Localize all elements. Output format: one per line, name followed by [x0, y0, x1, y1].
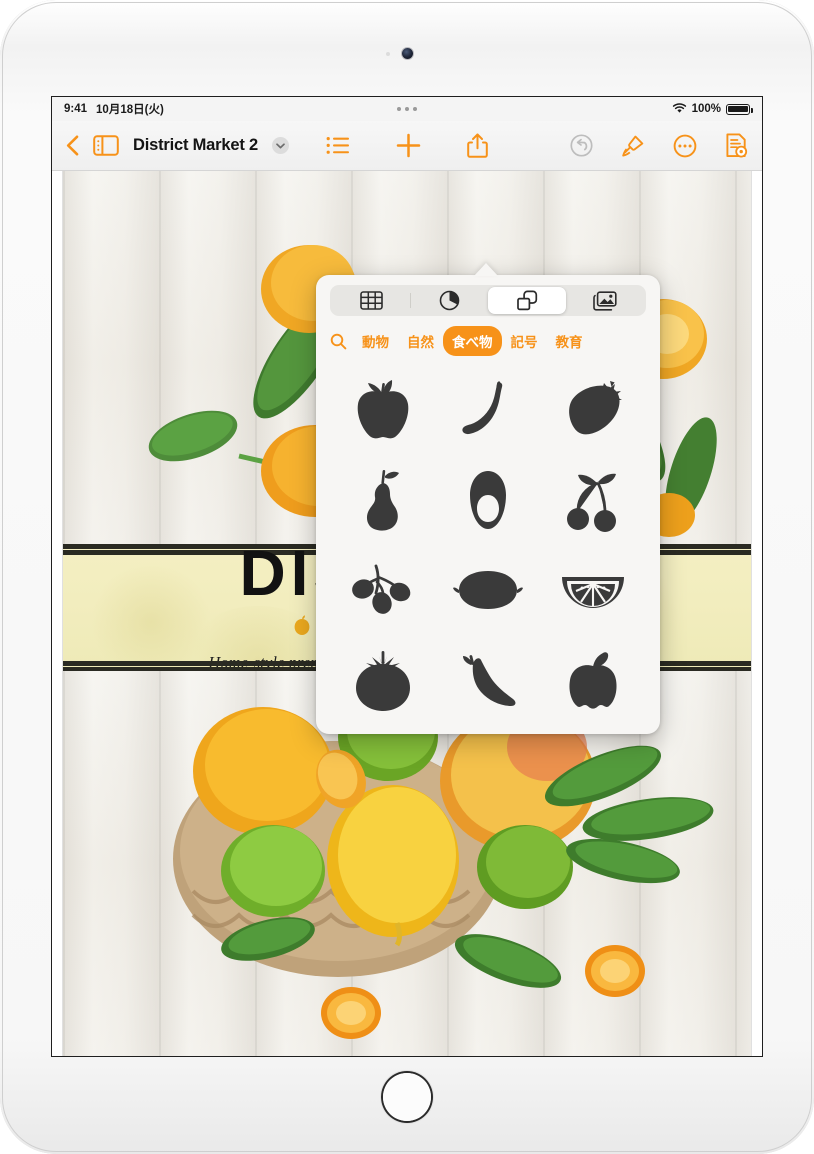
shape-banana[interactable]	[435, 364, 540, 455]
status-date: 10月18日(火)	[96, 104, 164, 116]
search-icon[interactable]	[330, 333, 353, 350]
shape-strawberry[interactable]	[541, 364, 646, 455]
status-bar: 9:41 10月18日(火) 100%	[52, 97, 762, 121]
shapes-icon	[517, 290, 538, 311]
status-bar-right: 100%	[672, 102, 753, 117]
toolbar-center-group	[326, 133, 488, 158]
shape-lemon[interactable]	[435, 545, 540, 636]
chevron-left-icon[interactable]	[66, 135, 79, 156]
app-toolbar: District Market 2	[52, 121, 762, 171]
shape-category-tabs[interactable]: 動物 自然 食べ物 記号 教育	[316, 316, 660, 360]
category-tab-symbols[interactable]: 記号	[502, 326, 547, 356]
ambient-sensor-icon	[386, 52, 390, 56]
shape-tomato[interactable]	[330, 636, 435, 727]
category-tab-education[interactable]: 教育	[547, 326, 592, 356]
chevron-down-icon[interactable]	[271, 137, 289, 154]
paintbrush-icon[interactable]	[621, 134, 645, 158]
apple-icon	[294, 614, 310, 635]
segment-chart[interactable]	[410, 287, 488, 314]
more-ellipsis-icon[interactable]	[673, 134, 697, 158]
page-title[interactable]: District Market 2	[133, 136, 258, 155]
popover-arrow	[474, 263, 498, 276]
home-button[interactable]	[381, 1071, 433, 1123]
shape-grid[interactable]	[316, 360, 660, 734]
ipad-screen: 9:41 10月18日(火) 100% District Market 2 Ho…	[52, 97, 762, 1056]
share-upload-icon[interactable]	[467, 133, 488, 158]
shape-avocado[interactable]	[435, 455, 540, 546]
plus-icon[interactable]	[396, 133, 421, 158]
status-bar-left: 9:41 10月18日(火)	[64, 101, 164, 117]
pie-chart-icon	[439, 290, 459, 311]
category-tab-animals[interactable]: 動物	[353, 326, 398, 356]
battery-percent: 100%	[691, 103, 721, 115]
document-view-icon[interactable]	[725, 133, 748, 158]
wifi-icon	[672, 102, 687, 117]
shape-bell-pepper[interactable]	[541, 636, 646, 727]
segment-table[interactable]	[332, 287, 410, 314]
insert-popover[interactable]: 動物 自然 食べ物 記号 教育	[316, 275, 660, 734]
toolbar-right-group	[570, 133, 748, 158]
multitasking-dots-icon[interactable]	[397, 107, 417, 111]
category-tab-nature[interactable]: 自然	[398, 326, 443, 356]
bulleted-list-icon[interactable]	[326, 136, 350, 155]
shape-pear[interactable]	[330, 455, 435, 546]
shape-apple[interactable]	[330, 364, 435, 455]
segment-media[interactable]	[566, 287, 644, 314]
shape-cherries[interactable]	[541, 455, 646, 546]
media-photos-icon	[593, 290, 617, 311]
shape-olives[interactable]	[330, 545, 435, 636]
front-camera-icon	[402, 48, 413, 59]
ipad-device: 9:41 10月18日(火) 100% District Market 2 Ho…	[0, 0, 814, 1154]
shape-citrus-slice[interactable]	[541, 545, 646, 636]
document-sidebar-icon[interactable]	[93, 135, 119, 156]
segment-shapes[interactable]	[488, 287, 566, 314]
shape-chili-pepper[interactable]	[435, 636, 540, 727]
popover-segmented-wrap	[316, 275, 660, 316]
category-tab-food[interactable]: 食べ物	[443, 326, 502, 356]
table-icon	[359, 291, 383, 310]
battery-full-icon	[726, 103, 753, 115]
status-time: 9:41	[64, 103, 88, 115]
insert-type-segmented-control[interactable]	[330, 285, 646, 316]
undo-arrow-icon[interactable]	[570, 134, 593, 157]
toolbar-left-group: District Market 2	[66, 135, 289, 156]
